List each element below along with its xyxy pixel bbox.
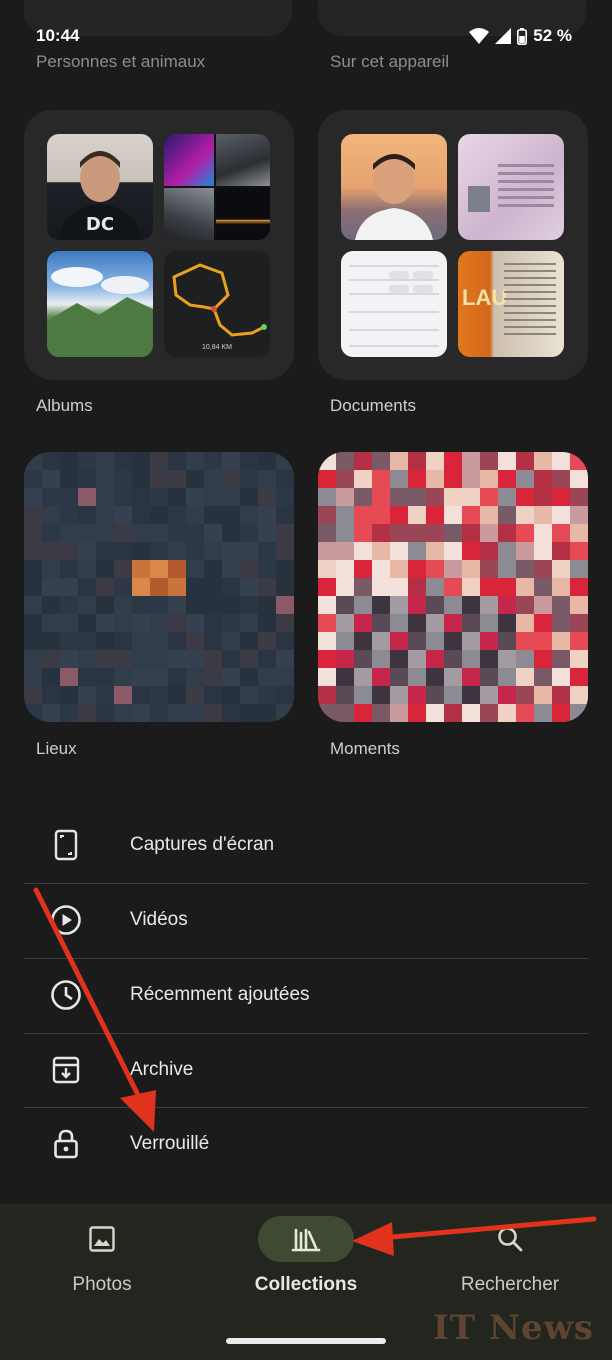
person-photo: DC xyxy=(59,151,141,240)
nav-label: Photos xyxy=(72,1274,132,1295)
list-item-label: Récemment ajoutées xyxy=(130,984,310,1005)
places-card[interactable] xyxy=(24,452,294,722)
list-item-screenshots[interactable]: Captures d'écran xyxy=(24,808,588,882)
collections-icon xyxy=(258,1216,354,1262)
people-pets-label: Personnes et animaux xyxy=(36,52,206,71)
route-distance: 10,84 KM xyxy=(202,344,232,351)
document-thumb-id-photo xyxy=(341,134,447,240)
nav-label: Collections xyxy=(254,1274,358,1295)
document-thumb-booklet: LAU xyxy=(458,251,564,357)
lock-icon xyxy=(48,1126,84,1162)
albums-card[interactable]: DC 10,84 KM xyxy=(24,110,294,380)
search-icon xyxy=(462,1216,558,1262)
places-map-preview xyxy=(24,452,294,722)
document-thumb-calendar xyxy=(341,251,447,357)
play-circle-icon xyxy=(48,902,84,938)
clock-icon xyxy=(48,977,84,1013)
documents-label: Documents xyxy=(330,396,416,415)
nav-collections[interactable]: Collections xyxy=(204,1204,408,1314)
image-icon xyxy=(54,1216,150,1262)
archive-icon xyxy=(48,1052,84,1088)
route-map xyxy=(172,263,267,337)
document-thumb-license xyxy=(458,134,564,240)
svg-text:DC: DC xyxy=(86,214,114,235)
album-thumb-route: 10,84 KM xyxy=(164,251,270,357)
signal-icon xyxy=(495,28,512,44)
moments-label: Moments xyxy=(330,739,400,758)
screenshot-icon xyxy=(48,827,84,863)
battery-level: 52 % xyxy=(533,26,572,45)
list-item-locked[interactable]: Verrouillé xyxy=(24,1107,588,1181)
album-thumb-portrait: DC xyxy=(47,134,153,240)
list-item-label: Verrouillé xyxy=(130,1133,210,1154)
list-item-label: Vidéos xyxy=(130,909,188,930)
documents-card[interactable]: LAU xyxy=(318,110,588,380)
status-time: 10:44 xyxy=(36,26,80,45)
on-device-label: Sur cet appareil xyxy=(330,52,450,71)
list-item-recent[interactable]: Récemment ajoutées xyxy=(24,958,588,1032)
list-item-label: Archive xyxy=(130,1059,194,1080)
nav-label: Rechercher xyxy=(460,1274,560,1295)
nav-photos[interactable]: Photos xyxy=(0,1204,204,1314)
home-indicator[interactable] xyxy=(226,1338,386,1344)
moments-preview xyxy=(318,452,588,722)
nav-search[interactable]: Rechercher xyxy=(408,1204,612,1314)
places-label: Lieux xyxy=(36,739,77,758)
list-item-label: Captures d'écran xyxy=(130,834,275,855)
watermark-logo: IT News xyxy=(432,1308,594,1348)
album-thumb-landscape xyxy=(47,251,153,357)
list-item-archive[interactable]: Archive xyxy=(24,1033,588,1107)
moments-card[interactable] xyxy=(318,452,588,722)
album-thumb-collage xyxy=(164,134,270,240)
albums-label: Albums xyxy=(36,396,93,415)
battery-icon xyxy=(517,27,528,45)
wifi-icon xyxy=(469,28,490,44)
status-icons: 52 % xyxy=(469,26,572,46)
list-item-videos[interactable]: Vidéos xyxy=(24,883,588,957)
